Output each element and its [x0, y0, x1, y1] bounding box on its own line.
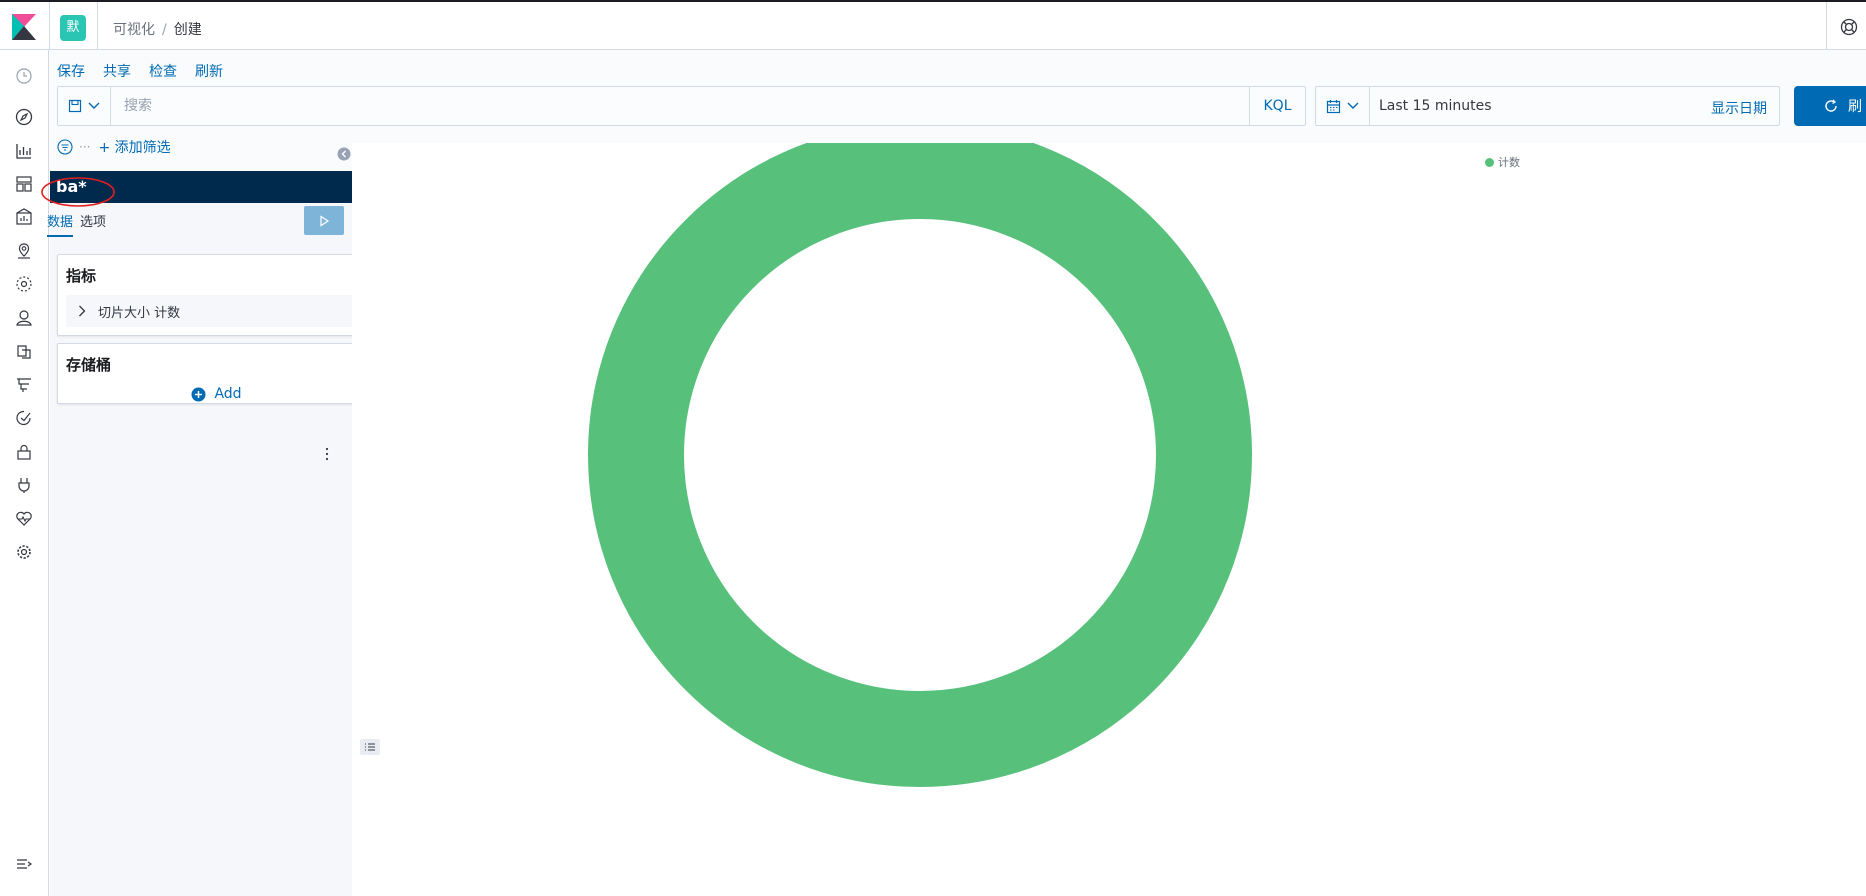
visualize-chart-icon[interactable] — [14, 141, 34, 161]
refresh-button-label: 刷 — [1848, 99, 1862, 115]
plus-circle-icon — [191, 387, 206, 401]
dev-tools-icon[interactable] — [14, 475, 34, 495]
search-input[interactable] — [112, 87, 1252, 125]
buckets-panel: 存储桶 Add — [57, 343, 374, 404]
pie-slice-计数[interactable] — [588, 143, 1252, 787]
refresh-button[interactable]: 刷 — [1794, 86, 1866, 126]
collapse-sidebar-icon[interactable] — [337, 147, 351, 161]
breadcrumb-create: 创建 — [173, 22, 202, 38]
editor-tabs: 数据 选项 — [47, 203, 381, 237]
metric-item[interactable]: 切片大小 计数 — [66, 295, 366, 327]
metric-item-label: 切片大小 计数 — [98, 305, 181, 321]
chevron-right-icon — [79, 305, 86, 317]
add-bucket-label: Add — [214, 386, 242, 402]
legend-item[interactable]: 计数 — [1485, 154, 1520, 170]
legend-label: 计数 — [1498, 156, 1520, 169]
breadcrumb-separator: / — [162, 22, 167, 38]
filter-bar: ··· + 添加筛选 — [57, 137, 171, 157]
tab-options[interactable]: 选项 — [80, 211, 106, 235]
show-dates-button[interactable]: 显示日期 — [1711, 98, 1767, 118]
metrics-title: 指标 — [66, 267, 97, 285]
discover-compass-icon[interactable] — [14, 107, 34, 127]
canvas-icon[interactable] — [14, 207, 34, 227]
save-disk-icon — [68, 99, 82, 113]
time-range-text[interactable]: Last 15 minutes — [1379, 98, 1492, 114]
space-avatar[interactable]: 默 — [60, 15, 86, 41]
share-button[interactable]: 共享 — [103, 64, 131, 80]
buckets-title: 存储桶 — [66, 356, 112, 374]
logs-icon[interactable] — [14, 375, 34, 395]
index-pattern-name: ba* — [56, 177, 87, 196]
chevron-down-icon — [88, 102, 100, 109]
apply-changes-button[interactable] — [304, 206, 344, 235]
monitoring-heart-icon[interactable] — [14, 509, 34, 529]
ml-icon[interactable] — [14, 274, 34, 294]
play-icon — [320, 214, 330, 227]
visualization-area: 计数 — [352, 143, 1866, 896]
tab-data[interactable]: 数据 — [47, 211, 74, 237]
top-header: 默 可视化 / 创建 — [0, 0, 1866, 50]
dashboard-icon[interactable] — [14, 174, 34, 194]
breadcrumb: 可视化 / 创建 — [113, 19, 202, 39]
filter-separator: ··· — [79, 140, 91, 154]
apm-icon[interactable] — [14, 341, 34, 361]
pie-chart — [588, 143, 1252, 787]
index-pattern-title: ba* — [50, 171, 381, 203]
breadcrumb-visualize[interactable]: 可视化 — [113, 22, 155, 38]
filter-icon[interactable] — [57, 139, 73, 155]
collapse-nav-icon[interactable] — [14, 854, 34, 874]
kibana-logo[interactable] — [12, 14, 36, 40]
help-icon[interactable] — [1840, 18, 1858, 36]
list-icon — [365, 743, 375, 751]
quick-select-button[interactable] — [1316, 87, 1370, 125]
calendar-icon — [1326, 99, 1341, 113]
kibana-visualize-page: 默 可视化 / 创建 保存 共享 检查 刷新 搜索 KQL Last 15 mi… — [0, 0, 1866, 896]
legend-toggle-button[interactable] — [360, 739, 380, 755]
chevron-down-icon — [1347, 102, 1359, 109]
maps-icon[interactable] — [14, 241, 34, 261]
header-divider — [97, 2, 98, 50]
save-button[interactable]: 保存 — [57, 64, 85, 80]
top-nav-menu: 保存 共享 检查 刷新 — [57, 61, 241, 81]
query-bar: KQL — [57, 86, 1306, 126]
add-filter-button[interactable]: + 添加筛选 — [98, 137, 170, 157]
uptime-icon[interactable] — [14, 408, 34, 428]
left-nav — [0, 50, 49, 896]
recent-clock-icon[interactable] — [14, 66, 34, 86]
date-picker: Last 15 minutes 显示日期 — [1315, 86, 1780, 126]
refresh-menu-button[interactable]: 刷新 — [195, 64, 223, 80]
security-lock-icon[interactable] — [14, 442, 34, 462]
resize-handle-icon[interactable] — [324, 447, 330, 461]
kql-language-button[interactable]: KQL — [1249, 87, 1305, 125]
saved-queries-button[interactable] — [58, 87, 111, 125]
refresh-icon — [1825, 99, 1837, 112]
inspect-button[interactable]: 检查 — [149, 64, 177, 80]
vis-editor-sidebar: ba* 数据 选项 指标 切片大小 计数 存储桶 Add — [41, 171, 381, 896]
header-divider — [1826, 2, 1827, 50]
header-divider — [49, 2, 50, 50]
management-gear-icon[interactable] — [14, 542, 34, 562]
siem-icon[interactable] — [14, 308, 34, 328]
metrics-panel: 指标 切片大小 计数 — [57, 254, 374, 336]
legend-color-dot — [1485, 157, 1494, 167]
add-bucket-button[interactable]: Add — [58, 386, 375, 402]
